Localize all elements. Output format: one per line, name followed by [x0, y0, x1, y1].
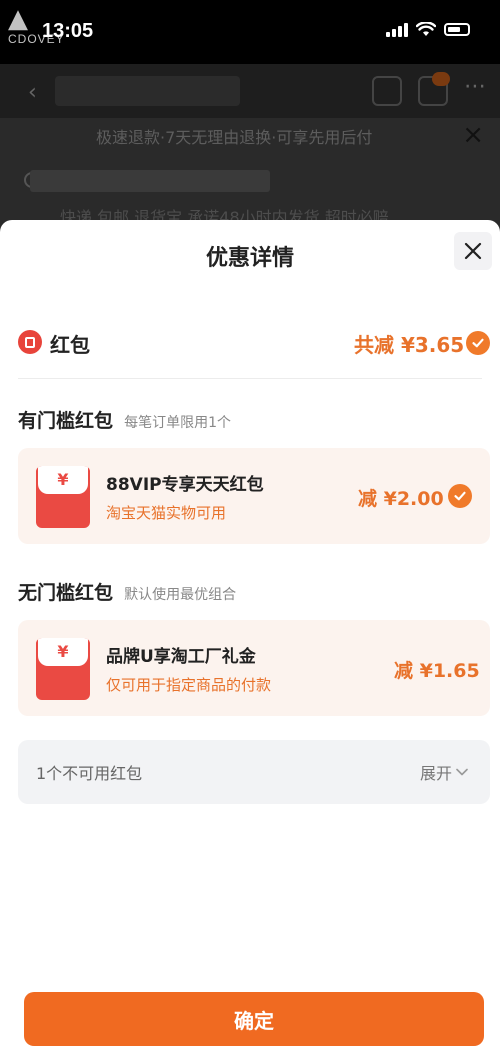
- red-packet-summary: 红包 共减 ¥3.65: [18, 328, 492, 358]
- envelope-yen: ¥: [57, 642, 69, 661]
- status-icons: [386, 22, 470, 37]
- summary-label: 红包: [50, 333, 90, 357]
- envelope-icon: ¥: [36, 466, 90, 528]
- coupon-brand-gift[interactable]: ¥ 品牌U享淘工厂礼金 仅可用于指定商品的付款 减 ¥1.65: [18, 620, 490, 716]
- summary-check-icon[interactable]: [466, 331, 490, 355]
- coupon-desc: 仅可用于指定商品的付款: [106, 676, 272, 694]
- threshold-section-header: 有门槛红包 每笔订单限用1个: [18, 406, 231, 434]
- divider: [18, 378, 482, 379]
- notice-close-icon: ×: [462, 120, 484, 150]
- unavailable-coupons-row[interactable]: 1个不可用红包 展开: [18, 740, 490, 804]
- envelope-yen: ¥: [57, 470, 69, 489]
- coupon-88vip[interactable]: ¥ 88VIP专享天天红包 淘宝天猫实物可用 减 ¥2.00: [18, 448, 490, 544]
- cart-badge: [432, 72, 450, 86]
- discount-details-sheet: 优惠详情 红包 共减 ¥3.65 有门槛红包 每笔订单限用1个 ¥ 88VIP专…: [0, 220, 500, 1052]
- share-icon: [372, 76, 402, 106]
- coupon-name: 品牌U享淘工厂礼金: [106, 647, 256, 667]
- threshold-section-title: 有门槛红包: [18, 410, 114, 432]
- expand-button[interactable]: 展开: [420, 760, 468, 784]
- coupon-check-icon[interactable]: [448, 484, 472, 508]
- coupon-name: 88VIP专享天天红包: [106, 475, 264, 495]
- cellular-signal-icon: [386, 22, 408, 37]
- background-notice: 极速退款·7天无理由退换·可享先用后付 ×: [0, 118, 500, 152]
- background-nav-bar: ‹ ⋯: [0, 64, 500, 118]
- back-icon: ‹: [28, 80, 37, 105]
- unavailable-text: 1个不可用红包: [36, 764, 143, 783]
- close-icon: [464, 242, 482, 260]
- envelope-icon: ¥: [36, 638, 90, 700]
- notice-text: 极速退款·7天无理由退换·可享先用后付: [96, 128, 373, 147]
- confirm-button[interactable]: 确定: [24, 992, 484, 1046]
- coupon-amount: 减 ¥1.65: [394, 660, 480, 682]
- blurred-address: [30, 170, 270, 192]
- status-time: 13:05: [42, 20, 94, 42]
- threshold-section-subtitle: 每笔订单限用1个: [124, 415, 232, 431]
- no-threshold-section-title: 无门槛红包: [18, 582, 114, 604]
- no-threshold-section-subtitle: 默认使用最优组合: [124, 587, 237, 603]
- expand-label: 展开: [419, 764, 452, 783]
- no-threshold-section-header: 无门槛红包 默认使用最优组合: [18, 578, 236, 606]
- red-packet-icon: [18, 330, 42, 354]
- sheet-title: 优惠详情: [205, 246, 294, 271]
- close-button[interactable]: [454, 232, 492, 270]
- background-search-bar: [55, 76, 240, 106]
- coupon-desc: 淘宝天猫实物可用: [106, 504, 227, 522]
- wifi-icon: [416, 22, 436, 36]
- chevron-down-icon: [456, 768, 468, 776]
- more-icon: ⋯: [464, 74, 486, 99]
- battery-icon: [444, 23, 470, 36]
- summary-total: 共减 ¥3.65: [354, 333, 465, 357]
- status-bar: ▲ CDOVEY 13:05: [0, 0, 500, 64]
- coupon-amount: 减 ¥2.00: [358, 488, 444, 510]
